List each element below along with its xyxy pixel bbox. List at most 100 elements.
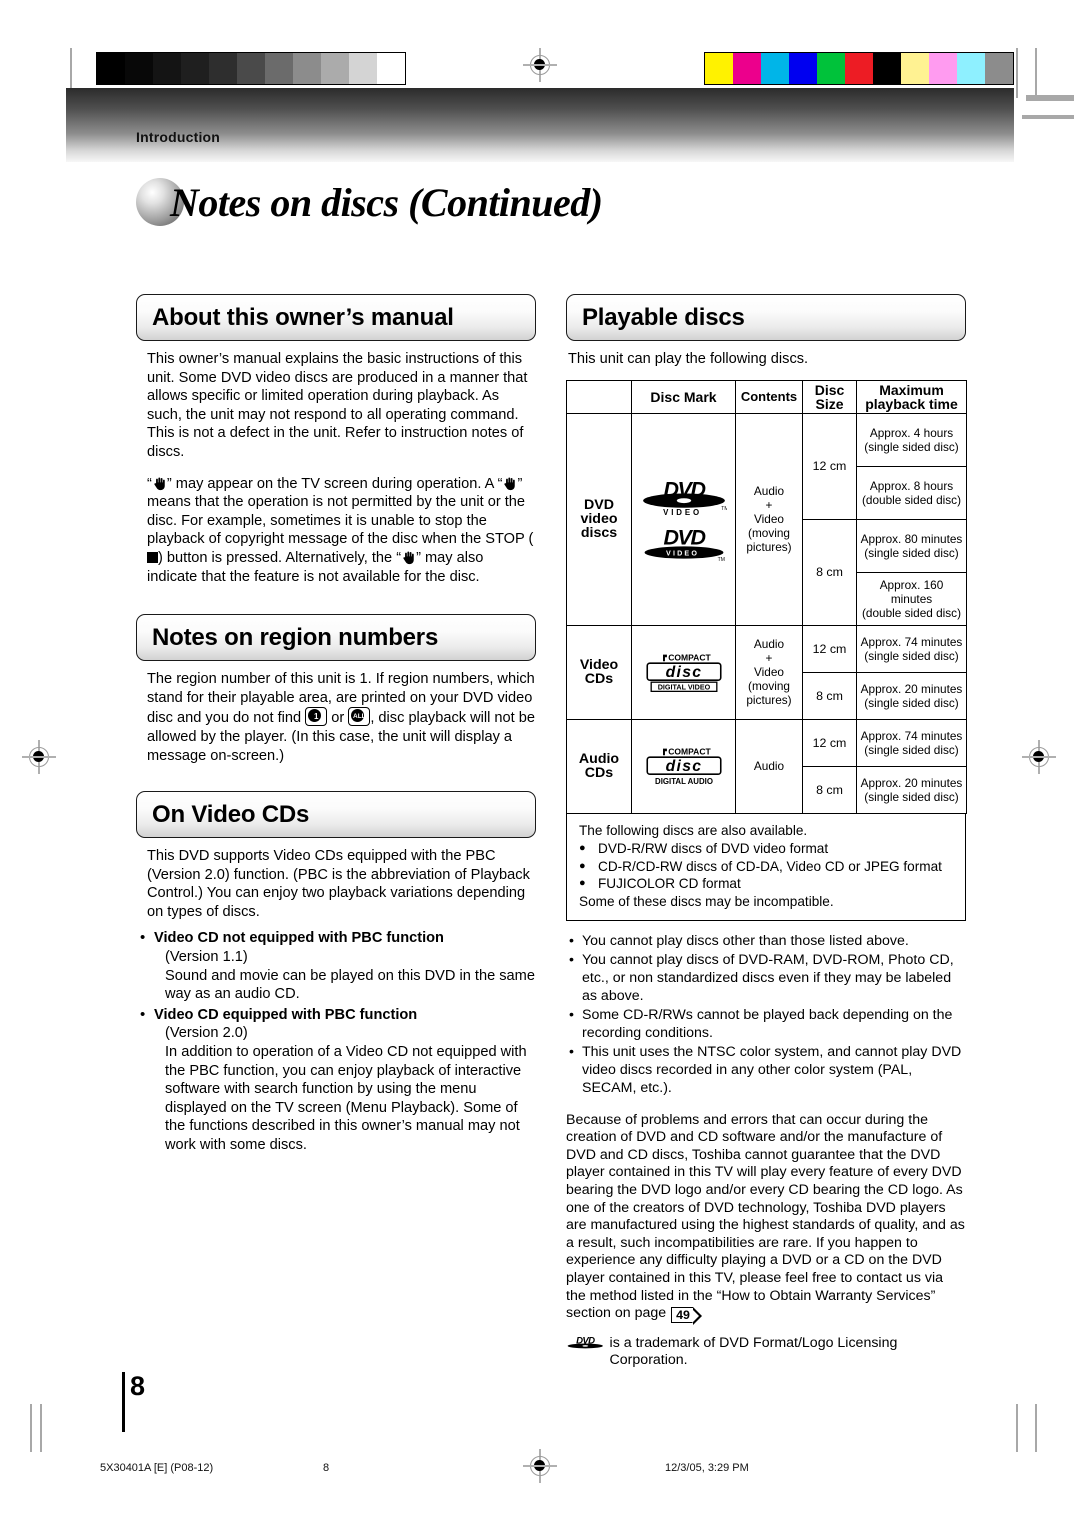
also-available-item-1: DVD-R/RW discs of DVD video format <box>579 840 955 858</box>
section-header-playable: Playable discs <box>566 294 966 341</box>
videocd-bullet-list: Video CD not equipped with PBC function … <box>136 929 536 1154</box>
playback-note-2: You cannot play discs of DVD-RAM, DVD-RO… <box>566 951 966 1005</box>
page-title-text: Notes on discs (Continued) <box>170 179 603 225</box>
svg-text:VIDEO: VIDEO <box>666 549 699 557</box>
cell-audiocd-contents: Audio <box>735 718 803 814</box>
grayscale-patch-1 <box>125 53 153 84</box>
grayscale-patch-8 <box>321 53 349 84</box>
svg-text:COMPACT: COMPACT <box>668 652 711 662</box>
videocd-item-1-title: Video CD not equipped with PBC function <box>154 930 444 947</box>
playback-note-4: This unit uses the NTSC color system, an… <box>566 1043 966 1097</box>
dvd-8-double-main: Approx. 160 minutes <box>879 577 944 606</box>
also-available-item-3: FUJICOLOR CD format <box>579 875 955 893</box>
footer-document-code: 5X30401A [E] (P08-12) <box>100 1462 214 1474</box>
row-label-videocd: Video CDs <box>566 624 632 720</box>
about-paragraph-2: “” may appear on the TV screen during op… <box>147 475 536 587</box>
hand-icon-1 <box>152 476 167 491</box>
playback-note-1: You cannot play discs other than those l… <box>566 932 966 950</box>
dvd-logo-small-icon: DVD <box>566 1335 605 1350</box>
crop-mark-bottom-left-b <box>30 1404 32 1452</box>
region-text-b: or <box>331 710 345 727</box>
section-header-region: Notes on region numbers <box>136 614 536 662</box>
about-p2-text-e: ) button is pressed. Alternatively, the … <box>158 549 402 566</box>
region-1-icon: 1 <box>305 707 328 727</box>
svg-text:disc: disc <box>665 758 702 775</box>
section-header-videocd: On Video CDs <box>136 791 536 839</box>
dvd-contents-l4: (moving <box>748 526 790 541</box>
grayscale-patch-2 <box>153 53 181 84</box>
color-patch-4 <box>817 53 845 84</box>
playback-notes-list: You cannot play discs other than those l… <box>566 932 966 1097</box>
cell-audiocd-12-time: Approx. 74 minutes (single sided disc) <box>856 718 967 767</box>
compact-disc-digital-audio-logo-icon: COMPACT disc DIGITAL AUDIO <box>642 746 726 787</box>
dvd-12-single-main: Approx. 4 hours <box>869 425 954 440</box>
cell-audiocd-size-8: 8 cm <box>802 765 857 814</box>
also-available-list: DVD-R/RW discs of DVD video format CD-R/… <box>579 840 955 893</box>
acd-12-main: Approx. 74 minutes <box>860 728 963 743</box>
acd-12-sub: (single sided disc) <box>864 742 959 757</box>
dvd-8-single-main: Approx. 80 minutes <box>860 531 963 546</box>
color-patch-1 <box>733 53 761 84</box>
about-paragraph-1: This owner’s manual explains the basic i… <box>147 351 528 460</box>
also-available-tail: Some of these discs may be incompatible. <box>579 893 834 909</box>
disclaimer-paragraph: Because of problems and errors that can … <box>566 1111 966 1325</box>
compact-disc-digital-video-logo-icon: COMPACT disc DIGITAL VIDEO <box>642 652 726 693</box>
dvd-12-double-main: Approx. 8 hours <box>869 478 954 493</box>
dvd-12-double-sub: (double sided disc) <box>861 492 962 507</box>
svg-text:VIDEO: VIDEO <box>663 508 702 517</box>
page-title: Notes on discs (Continued) <box>136 178 603 226</box>
cell-dvd-12-double: Approx. 8 hours (double sided disc) <box>856 465 967 520</box>
svg-text:DVD: DVD <box>663 526 705 550</box>
stop-square-icon <box>147 551 158 563</box>
region-paragraph: The region number of this unit is 1. If … <box>147 670 536 765</box>
vcd-8-main: Approx. 20 minutes <box>860 681 963 696</box>
videocd-item-2-title: Video CD equipped with PBC function <box>154 1006 418 1023</box>
vcd-contents-l3: Video <box>754 665 784 680</box>
cell-dvd-marks: DVD VIDEO TM DVD VIDEO <box>631 412 736 626</box>
section-header-about-label: About this owner’s manual <box>152 303 454 331</box>
videocd-item-2: Video CD equipped with PBC function (Ver… <box>136 1006 536 1155</box>
th-disc-mark: Disc Mark <box>631 379 736 414</box>
cell-videocd-size-12: 12 cm <box>802 624 857 673</box>
vcd-contents-l1: Audio <box>753 637 785 652</box>
color-patch-5 <box>845 53 873 84</box>
footer-timestamp: 12/3/05, 3:29 PM <box>665 1462 749 1474</box>
crop-mark-top-right-b <box>1035 48 1037 98</box>
vcd-8-sub: (single sided disc) <box>864 695 959 710</box>
region-all-icon-label: ALL <box>353 712 366 720</box>
region-1-icon-label: 1 <box>313 711 319 721</box>
registration-mark-top <box>523 48 557 82</box>
playable-intro: This unit can play the following discs. <box>568 351 809 367</box>
color-patch-8 <box>929 53 957 84</box>
registration-mark-right <box>1022 740 1056 774</box>
about-p2-text-d: For example, sometimes it is unable to s… <box>147 512 534 548</box>
grayscale-patch-3 <box>181 53 209 84</box>
color-patch-9 <box>957 53 985 84</box>
svg-text:TM: TM <box>721 506 727 512</box>
cell-videocd-8-time: Approx. 20 minutes (single sided disc) <box>856 671 967 720</box>
registration-mark-bottom <box>523 1449 557 1483</box>
svg-text:DVD: DVD <box>663 477 705 501</box>
cell-videocd-12-time: Approx. 74 minutes (single sided disc) <box>856 624 967 673</box>
left-column: About this owner’s manual This owner’s m… <box>136 294 536 1155</box>
cell-dvd-12-single: Approx. 4 hours (single sided disc) <box>856 412 967 467</box>
table-row-audiocd-a: Audio CDs COMPACT disc DIGITAL AUDIO Aud… <box>566 718 967 814</box>
right-column: Playable discs This unit can play the fo… <box>566 294 967 1370</box>
section-header-region-label: Notes on region numbers <box>152 623 439 651</box>
crop-mark-top-right-c <box>1026 95 1074 101</box>
color-patch-7 <box>901 53 929 84</box>
dvd-8-single-sub: (single sided disc) <box>864 545 959 560</box>
videocd-item-1: Video CD not equipped with PBC function … <box>136 929 536 1003</box>
color-patch-2 <box>761 53 789 84</box>
page-reference-badge[interactable]: 49 <box>671 1306 702 1325</box>
disclaimer-text: Because of problems and errors that can … <box>566 1111 965 1322</box>
row-label-audiocd: Audio CDs <box>566 718 632 814</box>
playback-note-3: Some CD-R/RWs cannot be played back depe… <box>566 1006 966 1042</box>
hand-icon-3 <box>401 550 416 565</box>
printed-page: Introduction Notes on discs (Continued) … <box>0 0 1080 1528</box>
cell-videocd-mark: COMPACT disc DIGITAL VIDEO <box>631 624 736 720</box>
color-patch-0 <box>705 53 733 84</box>
trademark-text: is a trademark of DVD Format/Logo Licens… <box>609 1334 898 1369</box>
videocd-item-1-version: (Version 1.1) <box>165 949 248 966</box>
crop-mark-top-right-a <box>1016 48 1018 98</box>
